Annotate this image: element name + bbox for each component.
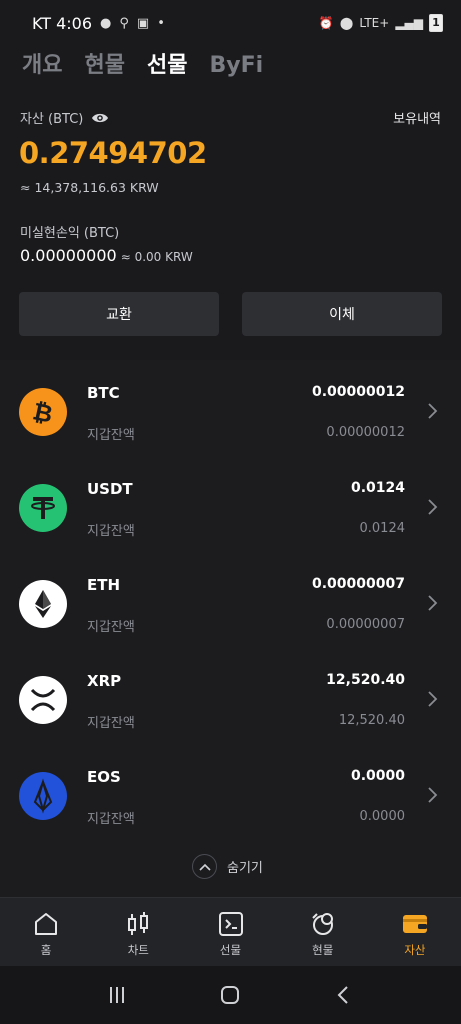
nav-label: 현물: [312, 943, 334, 957]
chart-icon: [128, 912, 149, 935]
unrealized-pnl-value: 0.00000000: [20, 246, 117, 265]
coin-sub-label: 지갑잔액: [87, 716, 135, 731]
coin-balance: 12,520.40: [326, 672, 405, 688]
chevron-right-icon: [428, 787, 438, 803]
wallet-icon: [402, 915, 427, 933]
location-icon: ⬤: [339, 16, 354, 30]
tab-overview[interactable]: 개요: [22, 50, 62, 82]
chevron-up-icon: [192, 854, 217, 879]
holdings-link[interactable]: 보유내역: [393, 108, 441, 127]
tab-spot[interactable]: 현물: [84, 50, 124, 82]
nav-label: 차트: [127, 943, 149, 957]
nav-label: 홈: [40, 943, 52, 957]
eos-icon: [19, 772, 67, 820]
unrealized-pnl-label: 미실현손익 (BTC): [20, 226, 120, 241]
asset-label: 자산 (BTC): [20, 112, 84, 127]
coin-symbol: EOS: [87, 768, 121, 786]
coin-symbol: USDT: [87, 480, 133, 498]
nav-label: 선물: [219, 943, 242, 957]
unrealized-pnl-krw: ≈ 0.00 KRW: [120, 250, 193, 264]
eth-icon: [19, 580, 67, 628]
coin-wallet-balance: 0.0000: [359, 809, 406, 824]
coin-wallet-balance: 12,520.40: [338, 713, 405, 728]
exchange-button[interactable]: 교환: [19, 292, 219, 336]
asset-tabs: 개요 현물 선물 ByFi: [22, 50, 263, 82]
coin-row-xrp[interactable]: XRP 지갑잔액 12,520.40 12,520.40: [0, 648, 461, 744]
btc-icon: ₿: [19, 388, 67, 436]
coin-symbol: ETH: [87, 576, 121, 594]
network-label: LTE+: [359, 16, 390, 30]
coin-balance: 0.00000007: [312, 576, 405, 592]
svg-text:₿: ₿: [30, 397, 55, 428]
signal-icon: ▂▄▆: [395, 16, 423, 30]
tab-futures[interactable]: 선물: [147, 50, 187, 82]
battery-icon: 1: [429, 14, 443, 32]
coin-sub-label: 지갑잔액: [87, 812, 135, 827]
tab-byfi[interactable]: ByFi: [209, 50, 263, 82]
coin-symbol: BTC: [87, 384, 120, 402]
coin-wallet-balance: 0.00000007: [326, 617, 405, 632]
chevron-right-icon: [428, 691, 438, 707]
bottom-nav: 홈 차트 선물 현물 자산: [0, 897, 461, 966]
chevron-right-icon: [428, 403, 438, 419]
xrp-icon: [19, 676, 67, 724]
unrealized-pnl-row: 0.00000000 ≈ 0.00 KRW: [20, 246, 193, 265]
nav-assets[interactable]: 자산: [369, 898, 461, 966]
chevron-right-icon: [428, 595, 438, 611]
eye-icon[interactable]: [91, 111, 109, 125]
system-nav-bar: [0, 966, 461, 1024]
asset-summary-panel: 개요 현물 선물 ByFi 자산 (BTC) 보유내역 0.27494702 ≈…: [0, 46, 461, 360]
coin-row-usdt[interactable]: USDT 지갑잔액 0.0124 0.0124: [0, 456, 461, 552]
coin-balance: 0.0124: [350, 480, 405, 496]
chevron-right-icon: [428, 499, 438, 515]
coin-row-eth[interactable]: ETH 지갑잔액 0.00000007 0.00000007: [0, 552, 461, 648]
back-icon[interactable]: [332, 983, 356, 1007]
home-system-icon[interactable]: [218, 983, 242, 1007]
spot-icon: [311, 913, 333, 935]
chat-notification-icon: ●: [100, 15, 112, 31]
coin-sub-label: 지갑잔액: [87, 428, 135, 443]
coin-row-eos[interactable]: EOS 지갑잔액 0.0000 0.0000: [0, 744, 461, 840]
image-notification-icon: ▣: [136, 15, 150, 31]
status-bar: KT 4:06 ● ⚲ ▣ • ⏰ ⬤ LTE+ ▂▄▆ 1: [0, 0, 461, 46]
coin-balance: 0.00000012: [312, 384, 405, 400]
coin-wallet-balance: 0.00000012: [326, 425, 405, 440]
asset-label-row: 자산 (BTC): [20, 108, 109, 127]
coin-balance: 0.0000: [350, 768, 405, 784]
nav-futures[interactable]: 선물: [184, 898, 276, 966]
coin-list: ₿ BTC 지갑잔액 0.00000012 0.00000012 USDT 지갑…: [0, 360, 461, 897]
home-icon: [35, 913, 58, 935]
nav-home[interactable]: 홈: [0, 898, 92, 966]
coin-symbol: XRP: [87, 672, 122, 690]
hide-label: 숨기기: [227, 861, 263, 876]
nav-spot[interactable]: 현물: [277, 898, 369, 966]
coin-sub-label: 지갑잔액: [87, 524, 135, 539]
hide-button[interactable]: 숨기기: [192, 854, 263, 879]
coin-row-btc[interactable]: ₿ BTC 지갑잔액 0.00000012 0.00000012: [0, 360, 461, 456]
nav-label: 자산: [404, 943, 426, 957]
carrier-time: KT 4:06: [32, 13, 93, 33]
alarm-icon: ⏰: [318, 16, 334, 30]
dot-icon: •: [157, 15, 165, 31]
transfer-button[interactable]: 이체: [242, 292, 442, 336]
nav-chart[interactable]: 차트: [92, 898, 184, 966]
recent-apps-icon[interactable]: [105, 983, 129, 1007]
coin-wallet-balance: 0.0124: [359, 521, 406, 536]
futures-icon: [218, 912, 243, 936]
coin-sub-label: 지갑잔액: [87, 620, 135, 635]
link-notification-icon: ⚲: [119, 15, 129, 31]
usdt-icon: [19, 484, 67, 532]
asset-krw-value: ≈ 14,378,116.63 KRW: [20, 180, 159, 195]
asset-value: 0.27494702: [19, 136, 207, 170]
